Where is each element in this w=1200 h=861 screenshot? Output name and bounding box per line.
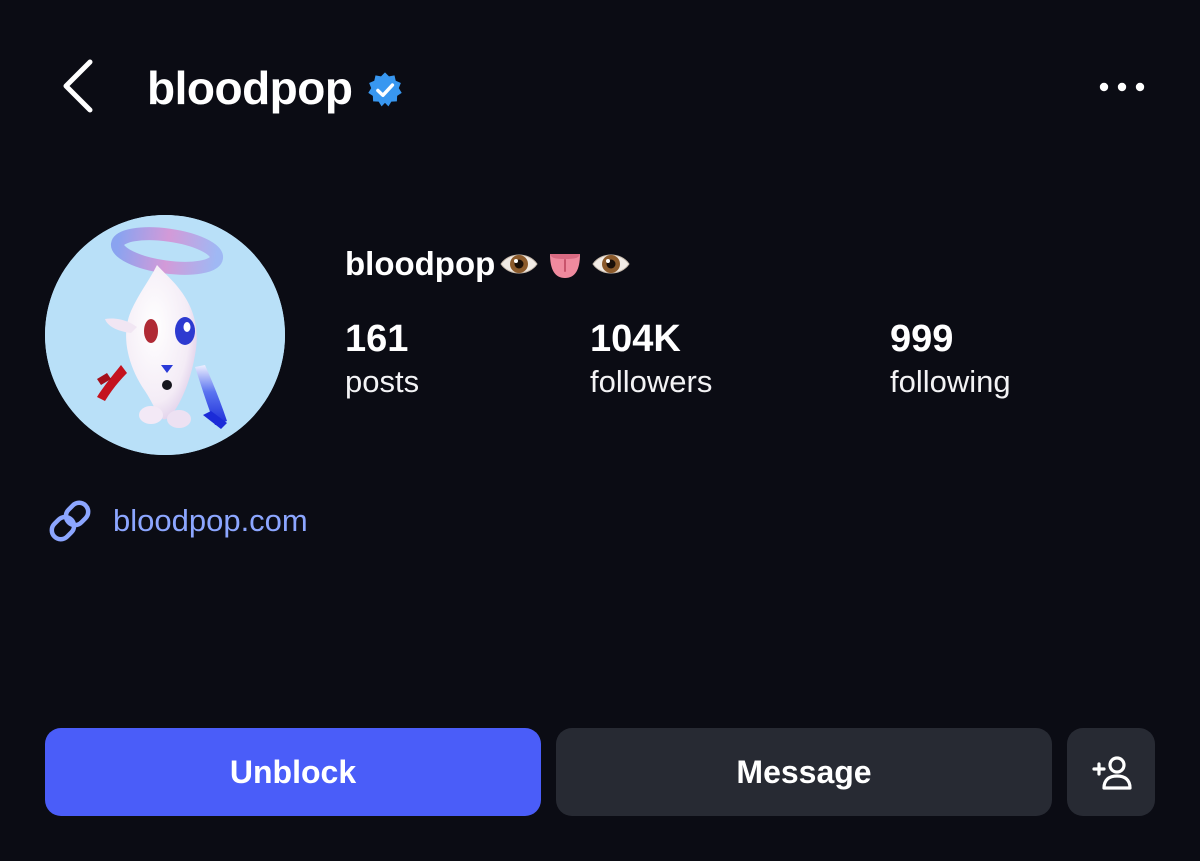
- unblock-button[interactable]: Unblock: [45, 728, 541, 816]
- cartoon-ghost-with-halo-avatar: [45, 215, 285, 455]
- profile-screen: bloodpop bloodpop 161 posts 104K followe…: [0, 0, 1200, 861]
- avatar[interactable]: [45, 215, 285, 455]
- unblock-button-label: Unblock: [229, 753, 357, 790]
- header-username: bloodpop: [147, 62, 353, 114]
- header-title: bloodpop: [147, 58, 404, 118]
- verified-badge-icon: [368, 72, 403, 107]
- posts-label: posts: [345, 364, 420, 399]
- display-name-row: bloodpop: [345, 244, 631, 284]
- posts-count: 161: [345, 318, 409, 360]
- following-stat[interactable]: 999 following: [890, 316, 1011, 402]
- bio-link[interactable]: bloodpop.com: [45, 496, 308, 546]
- message-button[interactable]: Message: [556, 728, 1052, 816]
- following-label: following: [890, 364, 1011, 399]
- posts-stat[interactable]: 161 posts: [345, 316, 419, 402]
- eye-emoji: [592, 254, 630, 274]
- followers-stat[interactable]: 104K followers: [590, 316, 712, 402]
- more-options-button[interactable]: [1092, 72, 1152, 102]
- link-icon: [49, 500, 91, 542]
- eye-emoji: [500, 254, 538, 274]
- tongue-emoji: [550, 254, 581, 278]
- add-person-button[interactable]: [1067, 728, 1155, 816]
- followers-count: 104K: [590, 318, 681, 360]
- followers-label: followers: [590, 364, 713, 399]
- name-emojis: [499, 244, 631, 284]
- add-person-icon: [1092, 756, 1132, 790]
- display-name: bloodpop: [345, 245, 496, 282]
- back-button[interactable]: [56, 56, 100, 116]
- message-button-label: Message: [736, 753, 872, 790]
- bio-link-text: bloodpop.com: [113, 503, 308, 538]
- more-horizontal-icon: [1099, 82, 1145, 92]
- chevron-left-icon: [63, 59, 93, 113]
- following-count: 999: [890, 318, 954, 360]
